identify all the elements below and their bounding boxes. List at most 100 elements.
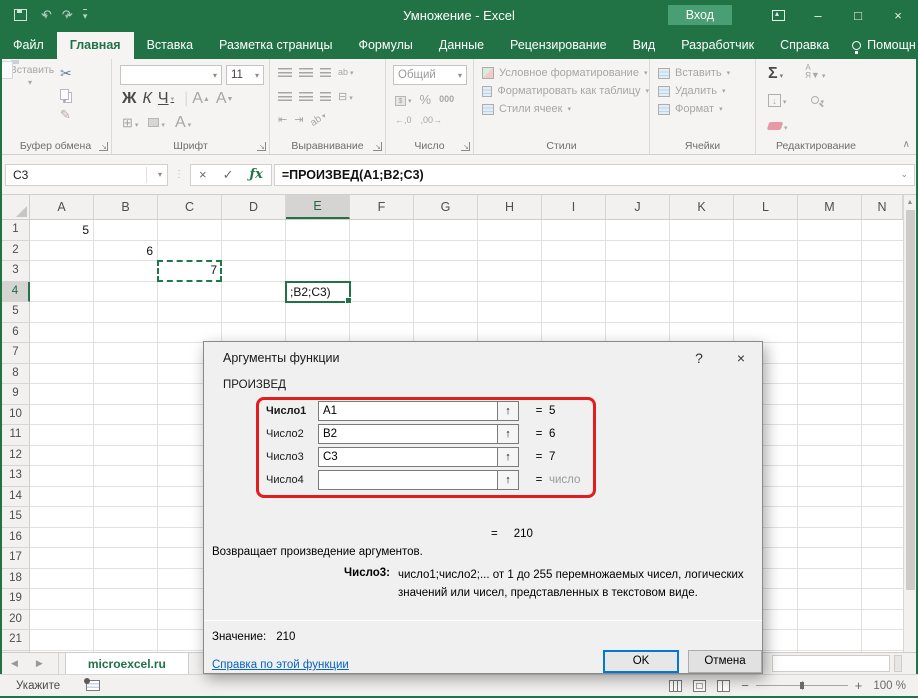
row-header-14[interactable]: 14 [2,487,30,508]
align-bottom-icon[interactable] [320,68,331,77]
font-name-select[interactable]: ▾ [120,65,222,85]
zoom-slider[interactable]: − + [741,678,862,693]
zoom-in-icon[interactable]: + [855,678,863,693]
row-header-3[interactable]: 3 [2,261,30,282]
argument-input-4[interactable] [318,470,498,490]
tab-home[interactable]: Главная [57,32,134,59]
align-center-icon[interactable] [299,92,313,101]
page-layout-view-icon[interactable] [693,680,706,692]
cancel-entry-icon[interactable]: × [199,167,207,182]
font-color-icon[interactable]: А [175,114,191,132]
column-header-E[interactable]: E [286,195,350,219]
name-box[interactable]: C3▾ [5,164,168,186]
format-as-table-button[interactable]: Форматировать как таблицу▾ [482,85,649,97]
row-header-4[interactable]: 4 [2,282,30,303]
maximize-icon[interactable]: □ [838,0,878,30]
percent-style-icon[interactable]: % [420,92,432,107]
row-6-cells[interactable] [30,323,903,344]
column-header-D[interactable]: D [222,195,286,219]
insert-cells-button[interactable]: Вставить▾ [658,67,755,79]
undo-icon[interactable]: ↶▾ [41,7,48,23]
number-format-select[interactable]: Общий▾ [393,65,467,85]
column-header-A[interactable]: A [30,195,94,219]
bold-button[interactable]: Ж [122,90,136,108]
cell-A1[interactable]: 5 [30,220,93,240]
tell-me-assistant[interactable]: Помощн [842,32,918,59]
align-middle-icon[interactable] [299,68,313,77]
zoom-out-icon[interactable]: − [741,678,749,693]
autosum-button[interactable]: Σ [768,65,783,83]
column-header-I[interactable]: I [542,195,606,219]
column-header-G[interactable]: G [414,195,478,219]
column-header-C[interactable]: C [158,195,222,219]
underline-button[interactable]: Ч [158,90,174,108]
formula-input[interactable]: =ПРОИЗВЕД(A1;B2;C3)⌄ [274,164,915,186]
orientation-icon[interactable]: ab [309,110,329,129]
column-header-J[interactable]: J [606,195,670,219]
customize-qat-icon[interactable]: ▾ [83,9,88,22]
row-header-6[interactable]: 6 [2,323,30,344]
sort-filter-icon[interactable]: АЯ▼ [805,64,825,83]
select-all-corner[interactable] [2,195,30,219]
borders-icon[interactable]: ⊞ [122,115,138,131]
row-1-cells[interactable] [30,220,903,241]
insert-function-icon[interactable]: ƒx [250,167,263,182]
row-header-11[interactable]: 11 [2,425,30,446]
tab-data[interactable]: Данные [426,32,497,59]
row-header-2[interactable]: 2 [2,241,30,262]
column-header-L[interactable]: L [734,195,798,219]
collapse-dialog-icon[interactable]: ↑ [498,447,519,467]
tab-page-layout[interactable]: Разметка страницы [206,32,345,59]
tab-help[interactable]: Справка [767,32,842,59]
tab-insert[interactable]: Вставка [134,32,206,59]
argument-input-2[interactable]: B2 [318,424,498,444]
alignment-dialog-launcher-icon[interactable] [373,142,382,151]
help-link[interactable]: Справка по этой функции [212,659,349,671]
row-header-1[interactable]: 1 [2,220,30,241]
font-size-select[interactable]: 11▾ [226,65,264,85]
align-left-icon[interactable] [278,92,292,101]
column-header-F[interactable]: F [350,195,414,219]
argument-input-1[interactable]: A1 [318,401,498,421]
column-header-B[interactable]: B [94,195,158,219]
minimize-icon[interactable]: – [798,0,838,30]
row-header-8[interactable]: 8 [2,364,30,385]
sheet-nav-right-icon[interactable]: ▶ [27,658,52,669]
row-header-16[interactable]: 16 [2,528,30,549]
row-5-cells[interactable] [30,302,903,323]
paste-button[interactable]: Вставить▾ [5,64,55,136]
dialog-close-icon[interactable]: × [720,342,762,373]
increase-decimal-icon[interactable]: ←,0 [395,115,412,125]
find-select-icon[interactable] [811,91,825,109]
row-header-7[interactable]: 7 [2,343,30,364]
save-icon[interactable] [14,9,27,21]
comma-style-icon[interactable]: 000 [439,94,454,104]
clipboard-dialog-launcher-icon[interactable] [99,142,108,151]
dialog-help-icon[interactable]: ? [678,342,720,373]
collapse-dialog-icon[interactable]: ↑ [498,401,519,421]
format-painter-icon[interactable]: ✎ [60,107,71,123]
clear-eraser-icon[interactable] [768,117,788,134]
row-header-5[interactable]: 5 [2,302,30,323]
close-icon[interactable]: × [878,0,918,30]
collapse-dialog-icon[interactable]: ↑ [498,470,519,490]
confirm-entry-icon[interactable]: ✓ [223,167,234,183]
wrap-text-icon[interactable]: ab [338,67,354,77]
zoom-level[interactable]: 100 % [873,680,906,692]
row-header-21[interactable]: 21 [2,630,30,651]
delete-cells-button[interactable]: Удалить▾ [658,85,755,97]
tab-splitter-handle[interactable] [894,655,902,672]
conditional-formatting-button[interactable]: Условное форматирование▾ [482,67,649,79]
grow-font-button[interactable]: А▲ [192,90,210,108]
macro-record-icon[interactable] [86,680,100,691]
redo-icon[interactable]: ↷▾ [62,7,69,23]
row-header-9[interactable]: 9 [2,384,30,405]
merge-center-icon[interactable]: ⊟ [338,90,353,103]
zoom-slider-knob[interactable] [800,682,804,689]
vertical-scrollbar[interactable]: ▲ [903,195,916,652]
fill-down-icon[interactable]: ↓ [768,91,787,109]
decrease-decimal-icon[interactable]: ,00→ [421,115,443,125]
cell-C3[interactable]: 7 [157,260,222,282]
row-header-20[interactable]: 20 [2,610,30,631]
italic-button[interactable]: К [142,90,151,108]
